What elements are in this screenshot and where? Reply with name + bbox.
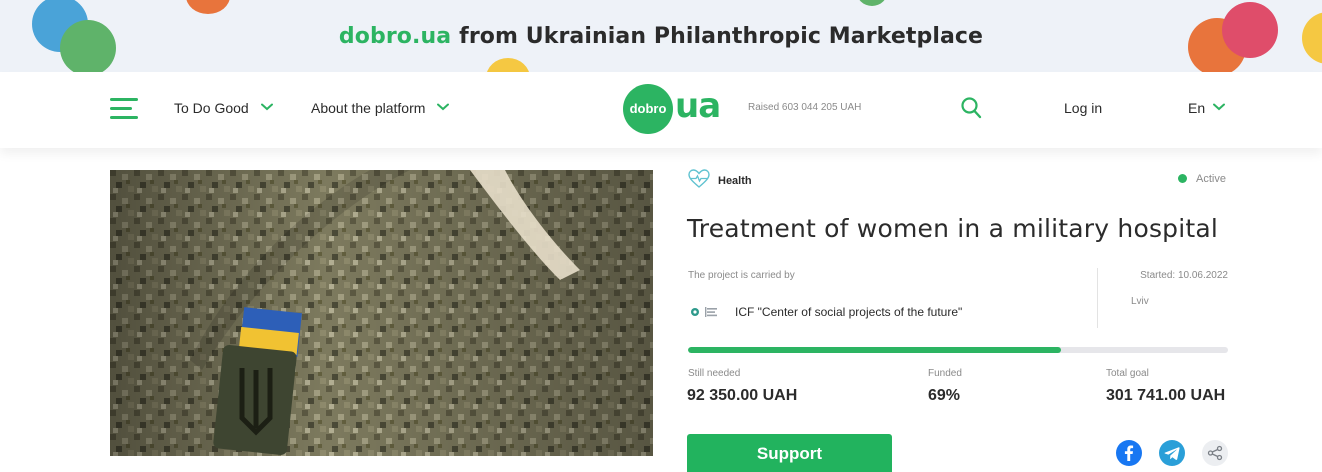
nav-about-platform[interactable]: About the platform: [311, 100, 450, 116]
site-logo[interactable]: dobro ua: [623, 84, 723, 134]
facebook-icon: [1124, 445, 1134, 461]
funding-progress-fill: [688, 347, 1061, 353]
logo-ua: ua: [675, 86, 721, 126]
organization-logo-icon: [691, 307, 717, 317]
facebook-share-button[interactable]: [1116, 440, 1142, 466]
project-city: Lviv: [1131, 296, 1149, 307]
total-goal-label: Total goal: [1106, 368, 1149, 379]
banner-text: dobro.ua from Ukrainian Philanthropic Mar…: [0, 24, 1322, 49]
still-needed-value: 92 350.00 UAH: [687, 387, 798, 404]
funding-progress-bar: [688, 347, 1228, 353]
nav-to-do-good[interactable]: To Do Good: [174, 100, 273, 116]
decor-circle: [186, 0, 230, 14]
status-text: Active: [1196, 173, 1226, 185]
status-badge: Active: [1178, 173, 1226, 185]
search-icon[interactable]: [960, 96, 982, 120]
telegram-share-button[interactable]: [1159, 440, 1185, 466]
raised-total: Raised 603 044 205 UAH: [748, 102, 862, 113]
start-date: Started: 10.06.2022: [1140, 270, 1228, 281]
login-link[interactable]: Log in: [1064, 100, 1102, 116]
nav-label: About the platform: [311, 100, 426, 116]
nav-label: To Do Good: [174, 100, 249, 116]
promo-banner[interactable]: dobro.ua from Ukrainian Philanthropic Mar…: [0, 0, 1322, 72]
still-needed-label: Still needed: [688, 368, 741, 379]
carried-by-label: The project is carried by: [688, 270, 795, 281]
language-label: En: [1188, 100, 1206, 116]
status-dot: [1178, 174, 1187, 183]
divider: [1097, 268, 1098, 328]
banner-tagline: from Ukrainian Philanthropic Marketplace: [459, 24, 984, 49]
support-button[interactable]: Support: [687, 434, 892, 472]
category-label[interactable]: Health: [718, 175, 752, 187]
decor-circle: [856, 0, 888, 6]
funded-value: 69%: [928, 387, 961, 404]
soldier-photo-image: [110, 170, 653, 456]
project-photo: [110, 170, 653, 456]
funded-label: Funded: [928, 368, 962, 379]
heart-pulse-icon: [688, 169, 710, 188]
total-goal-value: 301 741.00 UAH: [1106, 387, 1226, 404]
language-select[interactable]: En: [1188, 100, 1226, 116]
site-header: To Do Good About the platform dobro ua R…: [0, 72, 1322, 148]
telegram-icon: [1164, 447, 1180, 460]
menu-icon[interactable]: [110, 96, 138, 120]
logo-badge: dobro: [623, 84, 673, 134]
share-icon: [1207, 445, 1223, 461]
chevron-down-icon: [1213, 103, 1226, 111]
organization-name[interactable]: ICF "Center of social projects of the fu…: [735, 305, 962, 319]
chevron-down-icon: [437, 103, 450, 111]
project-title: Treatment of women in a military hospita…: [687, 214, 1219, 243]
chevron-down-icon: [260, 103, 273, 111]
share-button[interactable]: [1202, 440, 1228, 466]
decor-circle: [486, 58, 530, 72]
banner-brand: dobro.ua: [338, 24, 452, 49]
